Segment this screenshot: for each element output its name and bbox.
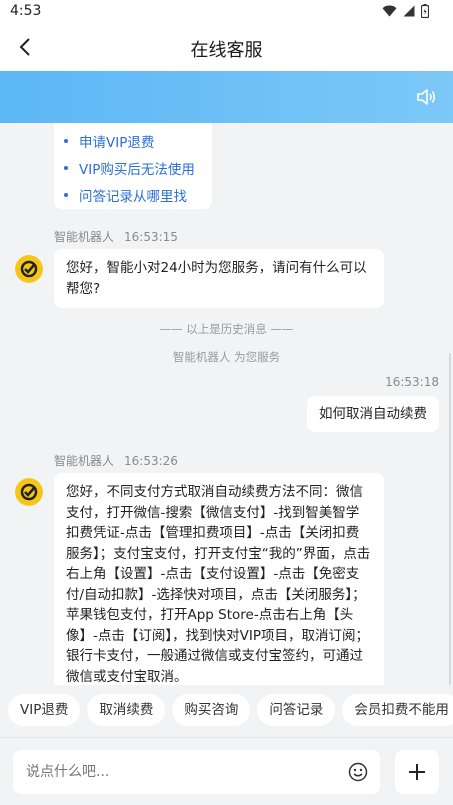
faq-item[interactable]: 问答记录从哪里找 bbox=[54, 181, 212, 208]
message-input[interactable] bbox=[13, 750, 380, 794]
plus-button[interactable] bbox=[395, 750, 439, 794]
quick-reply-bar[interactable]: VIP退费 取消续费 购买咨询 问答记录 会员扣费不能用 bbox=[0, 685, 453, 737]
faq-item[interactable]: 申请VIP退费 bbox=[54, 127, 212, 154]
faq-item-label: VIP购买后无法使用 bbox=[79, 161, 195, 178]
faq-item-label: 申请VIP退费 bbox=[79, 134, 155, 151]
message-bubble-incoming: 您好，智能小对24小时为您服务，请问有什么可以帮您? bbox=[54, 249, 384, 308]
wifi-icon bbox=[382, 5, 397, 17]
battery-icon bbox=[421, 4, 429, 18]
quick-reply-chip[interactable]: 问答记录 bbox=[257, 694, 336, 726]
input-bar bbox=[0, 737, 453, 805]
quick-reply-chip[interactable]: 购买咨询 bbox=[172, 694, 251, 726]
faq-card: 申请VIP退费 VIP购买后无法使用 问答记录从哪里找 bbox=[54, 123, 212, 209]
plus-icon bbox=[409, 764, 425, 780]
robot-avatar bbox=[15, 478, 43, 506]
smile-icon[interactable] bbox=[348, 762, 368, 782]
banner bbox=[0, 71, 453, 123]
history-divider: —— 以上是历史消息 —— bbox=[159, 322, 294, 336]
message-time: 16:53:26 bbox=[124, 454, 178, 468]
quick-reply-chip[interactable]: 取消续费 bbox=[87, 694, 166, 726]
status-bar: 4:53 bbox=[0, 0, 453, 24]
faq-item-label: 问答记录从哪里找 bbox=[79, 188, 187, 205]
signal-icon bbox=[403, 5, 415, 17]
page-title: 在线客服 bbox=[190, 40, 263, 61]
message-bubble-outgoing: 如何取消自动续费 bbox=[307, 396, 439, 432]
status-icons bbox=[382, 4, 429, 18]
faq-item[interactable]: VIP购买后无法使用 bbox=[54, 154, 212, 181]
message-bubble-incoming: 您好，不同支付方式取消自动续费方法不同：微信支付，打开微信-搜索【微信支付】-找… bbox=[54, 473, 384, 685]
robot-service-notice: 智能机器人 为您服务 bbox=[172, 350, 281, 364]
message-meta: 智能机器人 16:53:15 bbox=[54, 228, 178, 245]
chat-area[interactable]: 申请VIP退费 VIP购买后无法使用 问答记录从哪里找 智能机器人 16:53:1… bbox=[0, 123, 453, 685]
sender-name: 智能机器人 bbox=[54, 454, 115, 468]
message-meta: 智能机器人 16:53:26 bbox=[54, 452, 178, 469]
message-time: 16:53:15 bbox=[124, 230, 178, 244]
scrollbar[interactable] bbox=[449, 353, 451, 685]
quick-reply-chip[interactable]: VIP退费 bbox=[8, 694, 81, 726]
speaker-icon[interactable] bbox=[415, 86, 437, 108]
robot-avatar bbox=[15, 255, 43, 283]
message-time: 16:53:18 bbox=[385, 375, 439, 389]
header: 在线客服 bbox=[0, 24, 453, 71]
status-time: 4:53 bbox=[10, 3, 42, 19]
quick-reply-chip[interactable]: 会员扣费不能用 bbox=[342, 694, 453, 726]
sender-name: 智能机器人 bbox=[54, 230, 115, 244]
